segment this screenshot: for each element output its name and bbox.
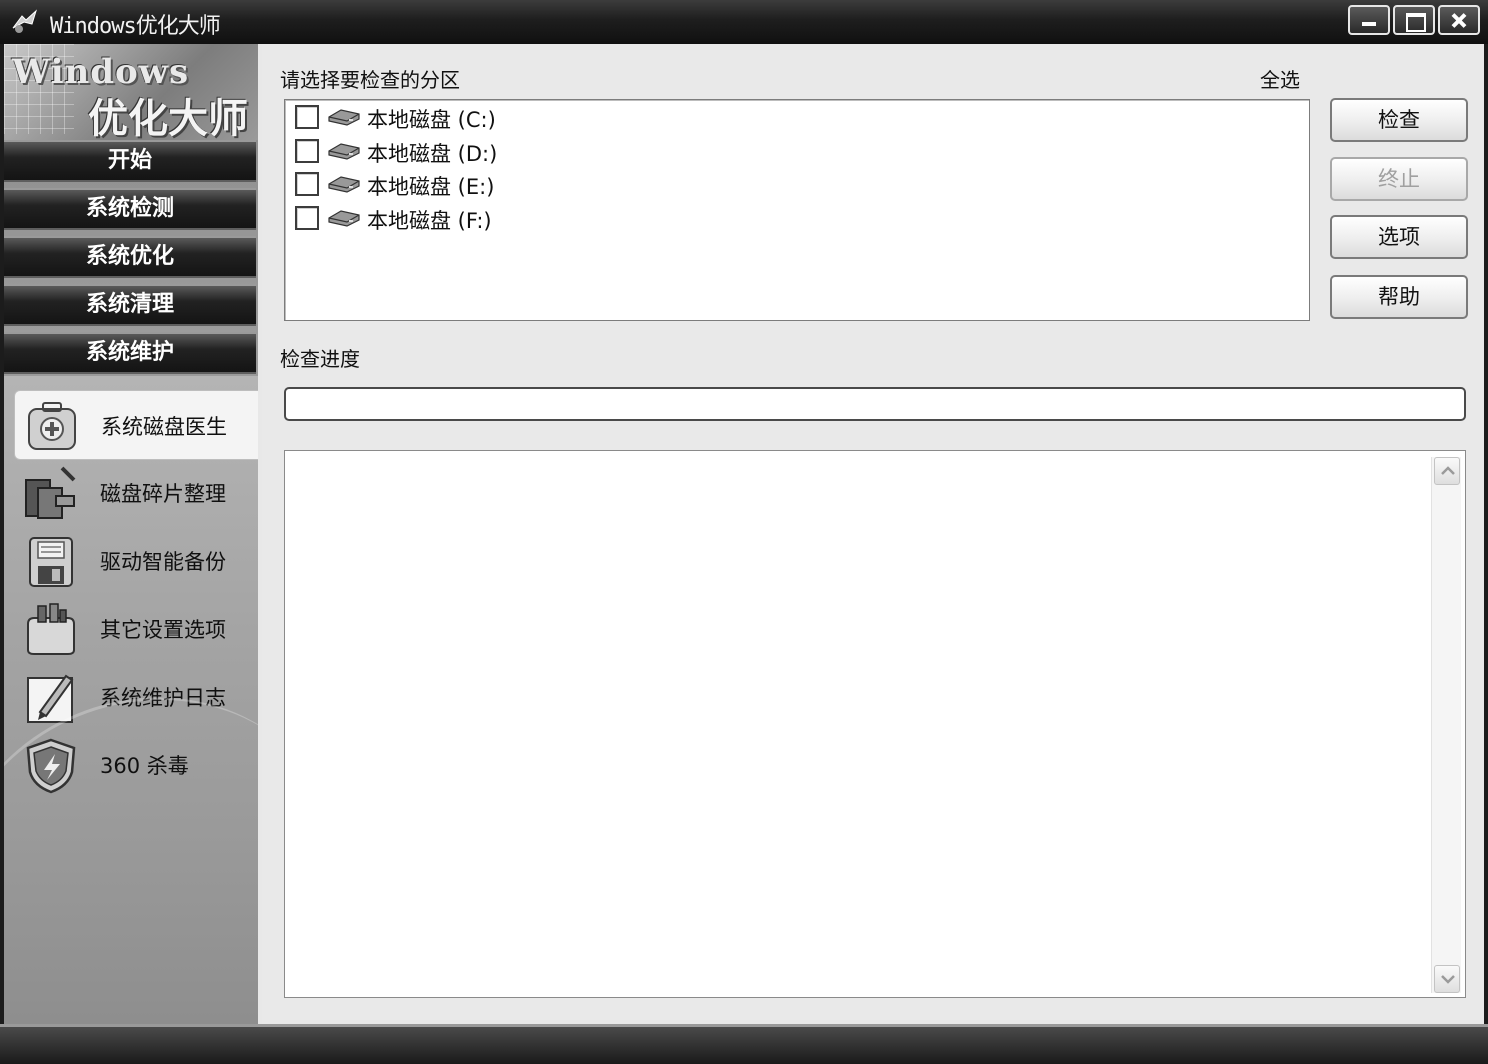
subnav-label: 360 杀毒 (100, 754, 189, 778)
scroll-up-button[interactable] (1434, 457, 1460, 485)
subnav-maintain-log[interactable]: 系统维护日志 (14, 662, 258, 732)
options-button[interactable]: 选项 (1330, 215, 1468, 259)
chevron-up-icon (1441, 466, 1455, 475)
drive-list: 本地磁盘 (C:) 本地磁盘 (D:) 本地磁盘 (E:) 本地磁盘 (F:) (284, 99, 1310, 321)
app-logo: Windows 优化大师 (4, 44, 258, 142)
status-bar (0, 1024, 1488, 1064)
subnav-disk-defrag[interactable]: 磁盘碎片整理 (14, 458, 258, 528)
drive-checkbox[interactable] (295, 139, 319, 163)
main-panel: 请选择要检查的分区 全选 本地磁盘 (C:) 本地磁盘 (D:) 本地磁盘 (E… (262, 44, 1484, 1024)
nav-system-optimize[interactable]: 系统优化 (4, 236, 256, 278)
toolbox-icon (27, 603, 75, 655)
drive-checkbox[interactable] (295, 105, 319, 129)
select-all-link[interactable]: 全选 (1260, 64, 1300, 93)
drive-checkbox[interactable] (295, 172, 319, 196)
app-icon (12, 9, 38, 33)
subnav-label: 系统维护日志 (100, 686, 226, 710)
drive-label: 本地磁盘 (F:) (367, 209, 492, 233)
nav-system-detect[interactable]: 系统检测 (4, 188, 256, 230)
check-progress-bar (284, 387, 1466, 421)
stop-button[interactable]: 终止 (1330, 157, 1468, 201)
subnav-driver-backup[interactable]: 驱动智能备份 (14, 526, 258, 596)
result-log-area[interactable] (284, 450, 1466, 998)
close-button[interactable] (1438, 5, 1480, 35)
client-area: Windows 优化大师 开始 系统检测 系统优化 系统清理 系统维护 系统磁盘… (4, 44, 1484, 1024)
nav-start[interactable]: 开始 (4, 140, 256, 182)
drive-label: 本地磁盘 (E:) (367, 175, 495, 199)
subnav-label: 系统磁盘医生 (101, 415, 227, 439)
drive-label: 本地磁盘 (D:) (367, 142, 498, 166)
hard-disk-icon (328, 143, 360, 160)
subnav-other-settings[interactable]: 其它设置选项 (14, 594, 258, 664)
pen-notepad-icon (27, 674, 74, 723)
scroll-down-button[interactable] (1434, 965, 1460, 993)
logo-text-optimizer: 优化大师 (88, 95, 248, 142)
subnav-label: 其它设置选项 (100, 618, 226, 642)
minimize-button[interactable] (1348, 5, 1390, 35)
check-button[interactable]: 检查 (1330, 98, 1468, 142)
defrag-icon (25, 466, 76, 519)
nav-system-clean[interactable]: 系统清理 (4, 284, 256, 326)
maximize-button[interactable] (1393, 5, 1435, 35)
partition-label: 请选择要检查的分区 (280, 68, 460, 92)
subnav-label: 驱动智能备份 (100, 550, 226, 574)
maintain-subnav: 系统磁盘医生 磁盘碎片整理 驱动智能备份 其它设置选项 系统维护日志 360 杀… (4, 376, 258, 1024)
subnav-360-antivirus[interactable]: 360 杀毒 (14, 730, 258, 800)
chevron-down-icon (1441, 975, 1455, 984)
subnav-disk-doctor[interactable]: 系统磁盘医生 (14, 390, 258, 460)
hard-disk-icon (328, 210, 360, 227)
window-title: Windows优化大师 (50, 14, 221, 39)
nav-system-maintain[interactable]: 系统维护 (4, 332, 256, 374)
medical-kit-icon (28, 402, 76, 450)
title-bar[interactable]: Windows优化大师 (0, 0, 1488, 44)
app-window: Windows优化大师 Windows 优化大师 开始 系统检测 系统优化 系统… (0, 0, 1488, 1064)
sidebar: Windows 优化大师 开始 系统检测 系统优化 系统清理 系统维护 系统磁盘… (4, 44, 258, 1024)
help-button[interactable]: 帮助 (1330, 275, 1468, 319)
hard-disk-icon (328, 109, 360, 126)
floppy-disk-icon (29, 537, 73, 587)
subnav-label: 磁盘碎片整理 (100, 482, 226, 506)
hard-disk-icon (328, 176, 360, 193)
drive-checkbox[interactable] (295, 206, 319, 230)
drive-label: 本地磁盘 (C:) (367, 108, 496, 132)
progress-label: 检查进度 (280, 347, 360, 371)
shield-icon (26, 738, 76, 794)
vertical-scrollbar[interactable] (1431, 457, 1461, 993)
